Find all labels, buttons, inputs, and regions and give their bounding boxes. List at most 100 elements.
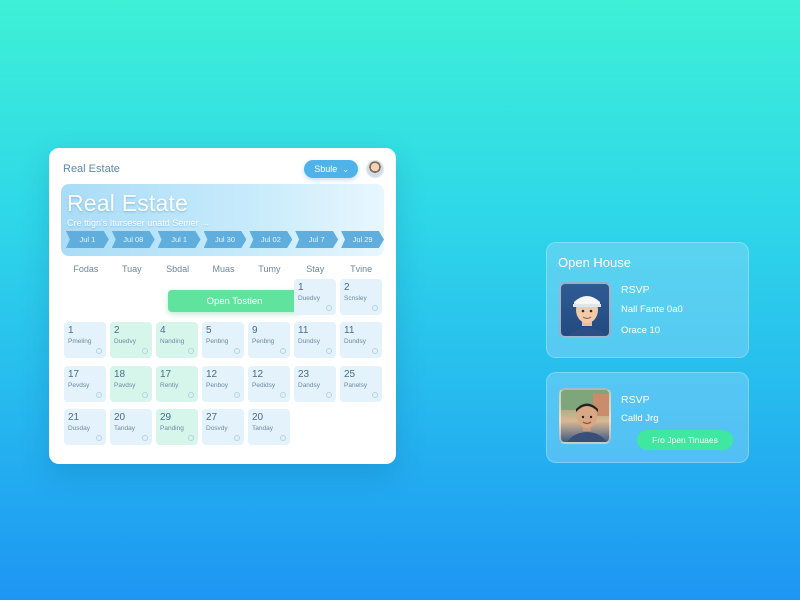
- day-label: Dundsy: [298, 338, 321, 345]
- day-number: 20: [114, 412, 126, 423]
- agent-photo: [559, 282, 611, 338]
- date-chip[interactable]: Jul 02: [249, 231, 293, 248]
- view-select-label: Sbule: [314, 164, 338, 174]
- hero-title: Real Estate: [67, 190, 189, 216]
- date-chip[interactable]: Jul 7: [295, 231, 339, 248]
- date-chip[interactable]: Jul 1: [66, 231, 109, 248]
- day-number: 27: [206, 412, 218, 423]
- day-label: Dundsy: [344, 338, 367, 345]
- circle-outline-icon: [234, 435, 240, 441]
- circle-outline-icon: [372, 392, 378, 398]
- calendar-card: Real Estate Sbule ⌄ Real Estate Cre ttig…: [49, 148, 396, 464]
- day-number: 11: [344, 325, 355, 336]
- day-cell[interactable]: 9 Penbng: [248, 322, 290, 358]
- date-chip[interactable]: Jul 29: [341, 231, 384, 248]
- day-cell[interactable]: 27 Dosvdy: [202, 409, 244, 445]
- day-label: Pavdsy: [114, 382, 136, 389]
- day-label: Dandsy: [298, 382, 321, 389]
- circle-outline-icon: [326, 348, 332, 354]
- weekday-label: Muas: [212, 264, 235, 274]
- day-number: 9: [252, 325, 258, 336]
- day-label: Penboy: [206, 382, 229, 389]
- day-cell[interactable]: 18 Pavdsy: [110, 366, 152, 402]
- day-label: Tanday: [252, 425, 273, 432]
- circle-outline-icon: [142, 392, 148, 398]
- day-number: 17: [160, 369, 172, 380]
- circle-outline-icon: [96, 392, 102, 398]
- circle-outline-icon: [234, 392, 240, 398]
- user-avatar-icon[interactable]: [366, 160, 384, 178]
- circle-outline-icon: [372, 305, 378, 311]
- day-cell[interactable]: 2 Scnsley: [340, 279, 382, 315]
- circle-outline-icon: [188, 392, 194, 398]
- day-cell[interactable]: 21 Dusday: [64, 409, 106, 445]
- day-cell[interactable]: 20 Tanday: [248, 409, 290, 445]
- weekday-label: Stay: [306, 264, 325, 274]
- day-label: Tanday: [114, 425, 135, 432]
- open-house-address: Nall Fante 0a0: [621, 304, 683, 315]
- day-number: 2: [344, 282, 350, 293]
- circle-outline-icon: [188, 348, 194, 354]
- event-bar-open-house[interactable]: Open Tostien: [168, 290, 301, 312]
- date-chip[interactable]: Jul 30: [203, 231, 247, 248]
- rsvp-label: RSVP: [621, 284, 650, 296]
- day-label: Panelsy: [344, 382, 368, 389]
- attendee-photo: [559, 388, 611, 444]
- date-chip[interactable]: Jul 08: [111, 231, 155, 248]
- day-number: 25: [344, 369, 356, 380]
- calendar-header: Real Estate Sbule ⌄: [61, 158, 384, 180]
- open-house-title: Open House: [558, 255, 631, 270]
- chevron-down-icon: ⌄: [342, 164, 349, 174]
- day-cell[interactable]: 25 Panelsy: [340, 366, 382, 402]
- weekday-label: Tumy: [258, 264, 281, 274]
- weekday-label: Sbdal: [166, 264, 190, 274]
- day-cell[interactable]: 5 Penbng: [202, 322, 244, 358]
- day-cell[interactable]: 29 Panding: [156, 409, 198, 445]
- day-label: Rentiy: [160, 382, 179, 389]
- day-label: Penbng: [206, 338, 229, 345]
- circle-outline-icon: [188, 435, 194, 441]
- circle-outline-icon: [372, 348, 378, 354]
- circle-outline-icon: [280, 392, 286, 398]
- circle-outline-icon: [96, 435, 102, 441]
- day-label: Dosvdy: [206, 425, 228, 432]
- weekday-label: Fodas: [73, 264, 99, 274]
- day-label: Pmeling: [68, 338, 92, 345]
- date-chip[interactable]: Jul 1: [157, 231, 201, 248]
- day-number: 17: [68, 369, 80, 380]
- day-cell[interactable]: 4 Nanding: [156, 322, 198, 358]
- day-cell[interactable]: 17 Pevdsy: [64, 366, 106, 402]
- circle-outline-icon: [326, 305, 332, 311]
- day-cell[interactable]: 17 Rentiy: [156, 366, 198, 402]
- day-cell[interactable]: 2 Duedvy: [110, 322, 152, 358]
- day-cell[interactable]: 1 Pmeling: [64, 322, 106, 358]
- day-label: Duedvy: [114, 338, 137, 345]
- day-cell[interactable]: 1 Duedvy: [294, 279, 336, 315]
- open-house-action-button[interactable]: Fro Jpen Tinuaes: [637, 430, 733, 450]
- hero-banner: Real Estate Cre ttign's Iturseser unatd …: [61, 184, 384, 256]
- day-cell[interactable]: 11 Dundsy: [294, 322, 336, 358]
- day-number: 2: [114, 325, 120, 336]
- day-number: 1: [298, 282, 304, 293]
- date-chips: Jul 1 Jul 08 Jul 1 Jul 30 Jul 02 Jul 7 J…: [66, 231, 384, 248]
- calendar-grid: Open Tostien 1 Duedvy 2 Scnsley 1 Pmeling 2 Due…: [61, 279, 384, 451]
- day-number: 12: [206, 369, 218, 380]
- day-cell[interactable]: 23 Dandsy: [294, 366, 336, 402]
- day-label: Nanding: [160, 338, 185, 345]
- day-number: 21: [68, 412, 80, 423]
- circle-outline-icon: [96, 348, 102, 354]
- open-house-time: Orace 10: [621, 325, 661, 336]
- circle-outline-icon: [142, 348, 148, 354]
- rsvp-label: RSVP: [621, 394, 650, 406]
- rsvp-card: RSVP Calld Jrg Fro Jpen Tinuaes: [546, 372, 749, 463]
- day-cell[interactable]: 11 Dundsy: [340, 322, 382, 358]
- day-label: Pevdsy: [68, 382, 90, 389]
- circle-outline-icon: [326, 392, 332, 398]
- view-select-dropdown[interactable]: Sbule ⌄: [304, 160, 358, 178]
- day-number: 1: [68, 325, 74, 336]
- day-cell[interactable]: 12 Pedidsy: [248, 366, 290, 402]
- day-cell[interactable]: 20 Tanday: [110, 409, 152, 445]
- day-cell[interactable]: 12 Penboy: [202, 366, 244, 402]
- open-house-card: Open House RSVP Nall Fante 0a0 Orace 10: [546, 242, 749, 358]
- app-title: Real Estate: [63, 163, 120, 175]
